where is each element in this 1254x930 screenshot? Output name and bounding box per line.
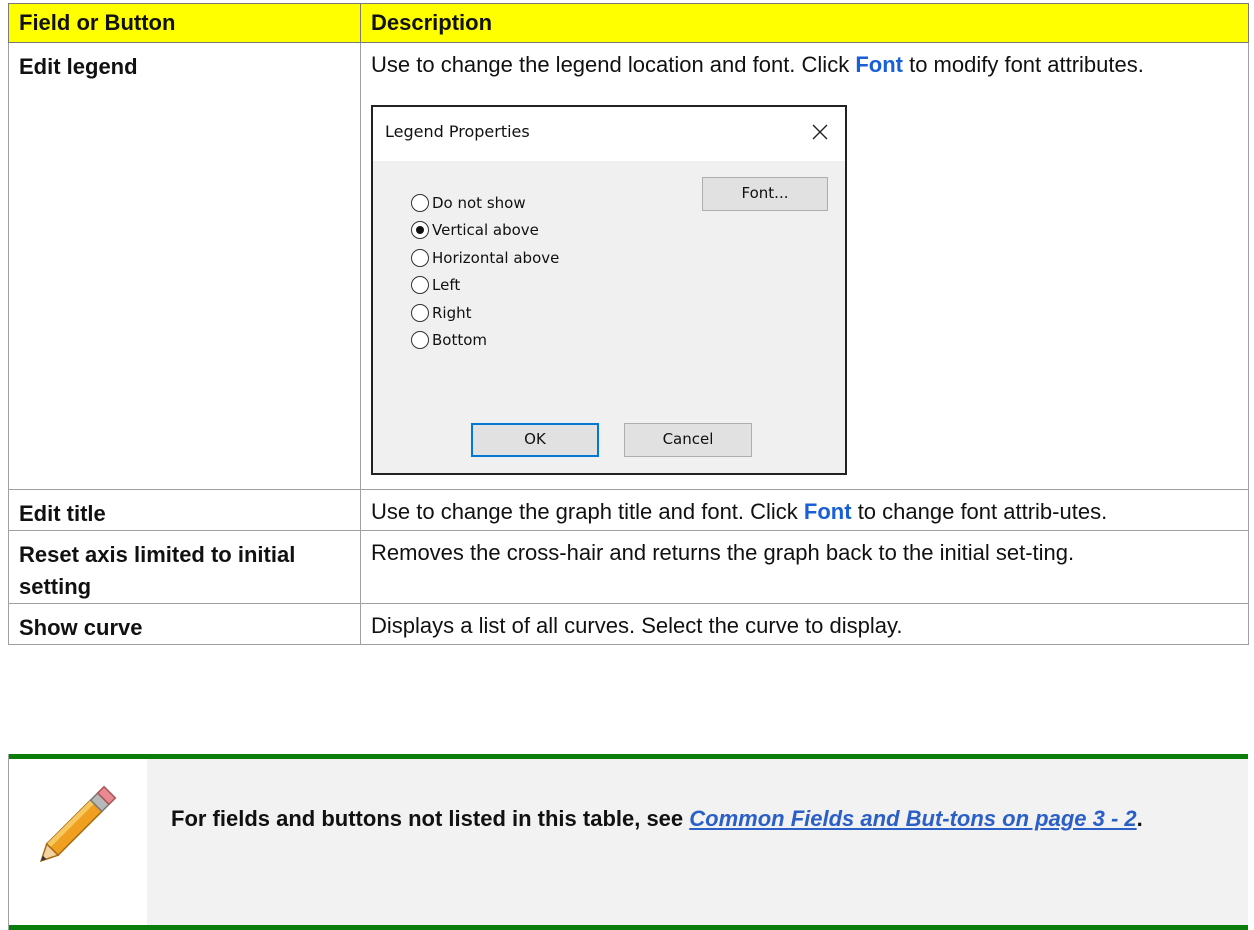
radio-option-label: Horizontal above xyxy=(432,248,560,267)
field-description: Use to change the legend location and fo… xyxy=(360,42,1249,490)
note-text-part: . xyxy=(1136,806,1143,831)
font-button[interactable]: Font... xyxy=(702,177,828,211)
field-description: Displays a list of all curves. Select th… xyxy=(360,603,1249,645)
dialog-titlebar: Legend Properties xyxy=(373,107,845,161)
field-name: Edit title xyxy=(8,489,361,531)
radio-button[interactable] xyxy=(411,221,429,240)
common-fields-link[interactable]: Common Fields and But-tons on page 3 - 2 xyxy=(689,806,1136,831)
note-bottom-rule xyxy=(9,925,1248,930)
radio-option-vertical-above[interactable]: Vertical above xyxy=(411,217,559,245)
radio-option-label: Bottom xyxy=(432,331,488,350)
description-text-part: Use to change the legend location and fo… xyxy=(371,52,856,77)
radio-option-do-not-show[interactable]: Do not show xyxy=(411,189,559,217)
ok-button[interactable]: OK xyxy=(471,423,599,457)
table-row: Reset axis limited to initial setting Re… xyxy=(8,530,1249,604)
radio-button[interactable] xyxy=(411,248,429,267)
note-box: For fields and buttons not listed in thi… xyxy=(8,754,1248,930)
header-description: Description xyxy=(360,3,1249,43)
table-row: Edit title Use to change the graph title… xyxy=(8,489,1249,531)
radio-button[interactable] xyxy=(411,193,429,212)
table-row: Edit legend Use to change the legend loc… xyxy=(8,42,1249,490)
radio-option-left[interactable]: Left xyxy=(411,272,559,300)
field-name: Show curve xyxy=(8,603,361,645)
field-description-table: Field or Button Description Edit legend … xyxy=(8,3,1249,645)
radio-option-bottom[interactable]: Bottom xyxy=(411,327,559,355)
close-icon[interactable] xyxy=(807,119,833,145)
legend-position-options: Do not show Vertical above Horizontal ab… xyxy=(411,189,559,354)
note-panel xyxy=(147,759,1248,925)
description-text: Use to change the legend location and fo… xyxy=(371,49,1238,81)
radio-option-horizontal-above[interactable]: Horizontal above xyxy=(411,244,559,272)
radio-option-right[interactable]: Right xyxy=(411,299,559,327)
table-row: Show curve Displays a list of all curves… xyxy=(8,603,1249,645)
field-description: Removes the cross-hair and returns the g… xyxy=(360,530,1249,604)
font-ui-reference: Font xyxy=(855,52,903,77)
radio-option-label: Right xyxy=(432,303,472,322)
table-header-row: Field or Button Description xyxy=(8,3,1249,43)
radio-option-label: Vertical above xyxy=(432,221,539,240)
font-ui-reference: Font xyxy=(803,499,852,524)
dialog-title: Legend Properties xyxy=(385,122,530,141)
field-description: Use to change the graph title and font. … xyxy=(360,489,1249,531)
field-name: Reset axis limited to initial setting xyxy=(8,530,361,604)
description-text-part: to modify font attributes. xyxy=(902,52,1144,77)
radio-button[interactable] xyxy=(411,331,429,350)
legend-properties-dialog: Legend Properties Do not show Vertical a… xyxy=(371,105,847,475)
radio-option-label: Left xyxy=(432,276,461,295)
header-field-or-button: Field or Button xyxy=(8,3,361,43)
note-text: For fields and buttons not listed in thi… xyxy=(171,800,1211,838)
field-name: Edit legend xyxy=(8,42,361,490)
description-text-part: Use to change the graph title and font. … xyxy=(371,499,804,524)
document-page: Field or Button Description Edit legend … xyxy=(0,0,1254,930)
pencil-icon xyxy=(39,785,117,863)
radio-option-label: Do not show xyxy=(432,193,526,212)
description-text-part: to change font attrib-utes. xyxy=(851,499,1108,524)
note-text-part: For fields and buttons not listed in thi… xyxy=(171,806,690,831)
radio-button[interactable] xyxy=(411,303,429,322)
radio-button[interactable] xyxy=(411,276,429,295)
cancel-button[interactable]: Cancel xyxy=(624,423,752,457)
